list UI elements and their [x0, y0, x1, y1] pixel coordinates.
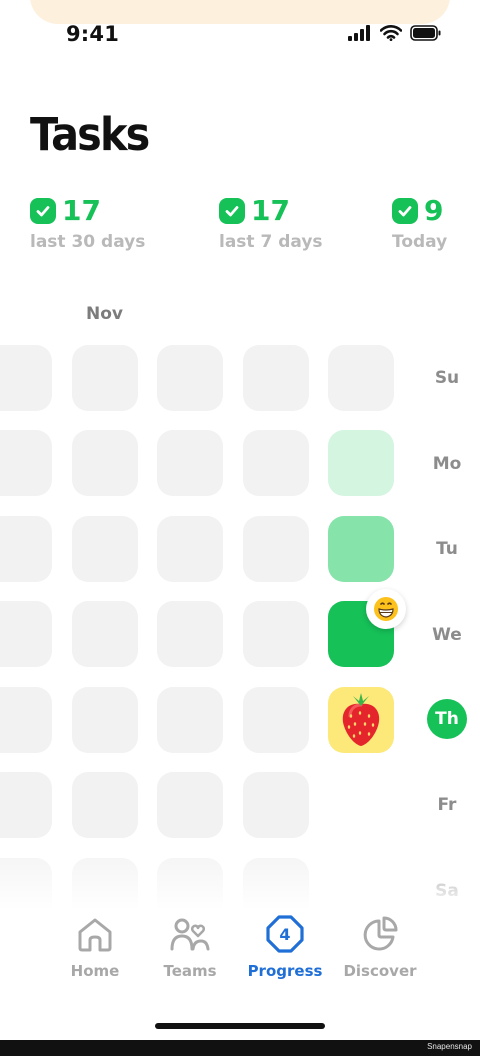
stat-value: 17: [251, 194, 290, 227]
stat-label: last 7 days: [219, 232, 323, 252]
day-cell[interactable]: [243, 687, 309, 753]
day-label-tu: Tu: [436, 539, 458, 559]
day-cell[interactable]: [72, 601, 138, 667]
day-cell[interactable]: [72, 516, 138, 582]
day-cell[interactable]: [328, 345, 394, 411]
day-cell[interactable]: [157, 430, 223, 496]
day-cell[interactable]: [0, 601, 52, 667]
tab-label: Progress: [247, 962, 323, 980]
status-icons: [348, 25, 442, 41]
day-cell[interactable]: [243, 601, 309, 667]
stat-last-7-days: 17 last 7 days: [219, 196, 323, 252]
day-cell[interactable]: [72, 345, 138, 411]
tab-discover[interactable]: Discover: [332, 910, 428, 980]
tab-home[interactable]: Home: [47, 910, 143, 980]
day-label-mo: Mo: [432, 454, 462, 474]
stat-label: Today: [392, 232, 448, 252]
tab-progress[interactable]: 4 Progress: [237, 910, 333, 980]
day-cell[interactable]: [157, 345, 223, 411]
tab-bar: Home Teams 4 Progress Discover: [0, 910, 480, 1000]
tab-teams[interactable]: Teams: [142, 910, 238, 980]
day-cell[interactable]: [243, 345, 309, 411]
day-label-fr: Fr: [437, 795, 457, 815]
day-cell[interactable]: [0, 772, 52, 838]
day-cell[interactable]: [0, 516, 52, 582]
day-cell[interactable]: [157, 601, 223, 667]
day-label-su: Su: [434, 368, 460, 388]
day-cell-medium[interactable]: [328, 516, 394, 582]
month-label: Nov: [86, 304, 123, 324]
day-cell[interactable]: [243, 772, 309, 838]
day-cell[interactable]: [0, 687, 52, 753]
watermark: Snapensnap: [427, 1042, 472, 1051]
check-icon: [392, 198, 418, 224]
day-cell[interactable]: [157, 516, 223, 582]
wifi-icon: [380, 25, 402, 41]
day-cell[interactable]: [72, 430, 138, 496]
day-label-we: We: [432, 625, 462, 645]
day-cell[interactable]: [0, 345, 52, 411]
status-bar: 9:41: [0, 0, 480, 70]
day-cell-light[interactable]: [328, 430, 394, 496]
grinning-emoji-icon: [366, 589, 406, 629]
tab-label: Teams: [163, 962, 217, 980]
day-cell[interactable]: [72, 687, 138, 753]
day-cell[interactable]: [243, 430, 309, 496]
day-cell[interactable]: [157, 687, 223, 753]
day-cell[interactable]: [243, 516, 309, 582]
page-title: Tasks: [30, 108, 150, 161]
stat-label: last 30 days: [30, 232, 146, 252]
footer-strip: Snapensnap: [0, 1040, 480, 1056]
status-time: 9:41: [66, 22, 120, 46]
check-icon: [219, 198, 245, 224]
tab-label: Discover: [343, 962, 417, 980]
day-cell-today[interactable]: [328, 687, 394, 753]
stat-last-30-days: 17 last 30 days: [30, 196, 145, 252]
strawberry-icon: [342, 693, 380, 746]
signal-icon: [348, 25, 370, 41]
progress-badge-number: 4: [279, 924, 291, 944]
check-icon: [30, 198, 56, 224]
day-cell[interactable]: [72, 772, 138, 838]
stat-value: 17: [62, 194, 101, 227]
tab-label: Home: [70, 962, 120, 980]
day-label-th-today: Th: [427, 699, 467, 739]
home-indicator: [155, 1023, 325, 1029]
day-cell[interactable]: [0, 430, 52, 496]
teams-icon: [168, 910, 212, 958]
progress-icon: 4: [263, 910, 307, 958]
battery-icon: [410, 25, 441, 41]
bottom-fade: [0, 840, 480, 910]
stat-value: 9: [424, 194, 444, 227]
stat-today: 9 Today: [392, 196, 447, 252]
home-icon: [73, 910, 117, 958]
discover-icon: [358, 910, 402, 958]
day-cell[interactable]: [157, 772, 223, 838]
